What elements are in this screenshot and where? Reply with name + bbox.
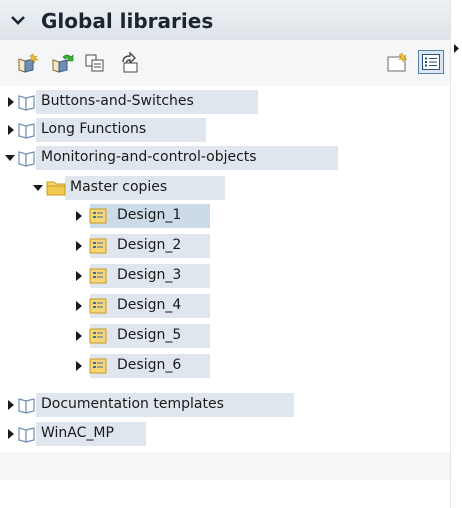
tree-item[interactable]: Design_6 [0,352,450,380]
panel-title: Global libraries [41,9,214,33]
master-copy-icon [89,238,107,254]
master-copy-icon [89,268,107,284]
tree-item[interactable]: Design_1 [0,202,450,230]
global-libraries-panel: Global libraries Buttons-and-Switches Lo… [0,0,462,508]
expand-arrow-icon[interactable] [74,331,84,341]
empty-row [0,452,450,480]
tree-item[interactable]: Buttons-and-Switches [0,88,450,116]
tree-item-label: Master copies [70,179,168,195]
panel-edge [450,0,462,508]
chevron-down-icon[interactable] [10,12,26,28]
tree-item-label: Long Functions [41,121,147,137]
master-copy-icon [89,298,107,314]
tree-item-label: Monitoring-and-control-objects [41,149,257,165]
tree-item[interactable]: WinAC_MP [0,420,450,448]
expand-arrow-icon[interactable] [74,211,84,221]
master-copy-icon [89,328,107,344]
tree-item-label: Design_2 [117,237,182,253]
tree-item-label: Buttons-and-Switches [41,93,194,109]
open-library-icon[interactable] [118,52,142,74]
tree-item[interactable]: Monitoring-and-control-objects [0,144,450,172]
new-folder-icon[interactable] [386,52,410,74]
toolbar-overflow-icon[interactable] [454,44,459,53]
tree-item[interactable]: Master copies [0,174,450,202]
tree-item-label: WinAC_MP [41,425,114,441]
empty-row [0,480,450,508]
collapse-arrow-icon[interactable] [5,153,15,163]
tree-item[interactable]: Design_4 [0,292,450,320]
details-view-icon[interactable] [418,50,444,74]
tree-item-label: Design_1 [117,207,182,223]
tree-item-label: Design_4 [117,297,182,313]
expand-arrow-icon[interactable] [74,301,84,311]
tree-item[interactable]: Long Functions [0,116,450,144]
update-library-icon[interactable] [50,52,74,74]
expand-arrow-icon[interactable] [6,97,16,107]
expand-arrow-icon[interactable] [6,429,16,439]
library-toolbar [0,40,450,86]
tree-item[interactable]: Design_5 [0,322,450,350]
library-icon [18,123,35,139]
library-icon [18,427,35,443]
tree-item-label: Design_5 [117,327,182,343]
collapse-arrow-icon[interactable] [33,183,43,193]
expand-arrow-icon[interactable] [6,400,16,410]
tree-item[interactable]: Design_2 [0,232,450,260]
library-icon [18,95,35,111]
master-copy-icon [89,358,107,374]
tree-item[interactable]: Design_3 [0,262,450,290]
folder-icon [46,181,66,196]
tree-item-label: Design_3 [117,267,182,283]
tree-item-label: Design_6 [117,357,182,373]
expand-arrow-icon[interactable] [74,361,84,371]
expand-arrow-icon[interactable] [6,125,16,135]
tree-item[interactable]: Documentation templates [0,391,450,419]
panel-header[interactable]: Global libraries [0,0,450,41]
library-icon [18,398,35,414]
master-copy-icon [89,208,107,224]
copy-types-icon[interactable] [84,52,108,74]
expand-arrow-icon[interactable] [74,241,84,251]
expand-arrow-icon[interactable] [74,271,84,281]
new-library-icon[interactable] [16,52,40,74]
library-icon [18,151,35,167]
tree-item-label: Documentation templates [41,396,224,412]
